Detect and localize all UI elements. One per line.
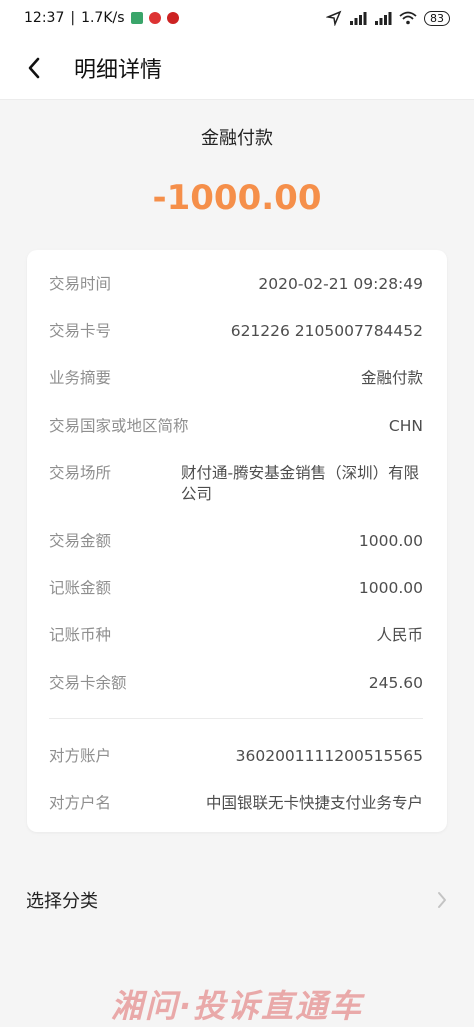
detail-row-currency: 记账币种 人民币 (49, 625, 423, 646)
detail-row-counterparty-account: 对方账户 3602001111200515565 (49, 746, 423, 767)
detail-value: 金融付款 (360, 369, 423, 387)
details-card: 交易时间 2020-02-21 09:28:49 交易卡号 621226 210… (27, 250, 447, 832)
detail-value: 1000.00 (358, 532, 423, 550)
chevron-left-icon (28, 57, 40, 78)
status-bar: 12:37 | 1.7K/s 83 (0, 0, 474, 36)
detail-label: 交易金额 (49, 532, 112, 550)
battery-indicator: 83 (424, 10, 450, 26)
detail-label: 交易国家或地区简称 (49, 417, 189, 435)
transaction-category: 金融付款 (201, 128, 273, 149)
detail-value: 1000.00 (358, 579, 423, 597)
select-category-button[interactable]: 选择分类 (0, 868, 474, 932)
location-icon (326, 10, 342, 26)
transaction-amount: -1000.00 (152, 178, 322, 218)
detail-label: 交易卡号 (49, 322, 112, 340)
detail-value: 2020-02-21 09:28:49 (258, 275, 423, 293)
back-button[interactable] (14, 48, 54, 88)
signal-icon (350, 12, 367, 25)
card-divider (49, 718, 423, 719)
detail-value: 245.60 (368, 674, 423, 692)
detail-label: 对方账户 (49, 747, 112, 765)
detail-label: 记账金额 (49, 579, 112, 597)
detail-row-transaction-amount: 交易金额 1000.00 (49, 531, 423, 552)
app-notification-icon (130, 12, 143, 24)
status-network-speed: 1.7K/s (81, 10, 125, 26)
detail-value: 621226 2105007784452 (230, 322, 423, 340)
detail-row-country: 交易国家或地区简称 CHN (49, 416, 423, 437)
detail-label: 对方户名 (49, 794, 112, 812)
chevron-right-icon (438, 892, 446, 908)
detail-value: 中国银联无卡快捷支付业务专户 (205, 794, 423, 812)
status-time: 12:37 (24, 10, 65, 26)
status-left: 12:37 | 1.7K/s (24, 10, 179, 26)
detail-value: CHN (388, 417, 423, 435)
detail-row-card-number: 交易卡号 621226 2105007784452 (49, 321, 423, 342)
detail-row-merchant: 交易场所 财付通-腾安基金销售（深圳）有限公司 (49, 463, 423, 505)
signal-icon-2 (375, 12, 392, 25)
status-right: 83 (326, 10, 450, 26)
detail-label: 交易时间 (49, 275, 112, 293)
page-title: 明细详情 (74, 57, 163, 83)
status-separator: | (70, 10, 76, 26)
message-notification-icon (166, 12, 179, 24)
detail-label: 记账币种 (49, 626, 112, 644)
detail-value: 财付通-腾安基金销售（深圳）有限公司 (181, 464, 420, 503)
detail-label: 交易卡余额 (49, 674, 127, 692)
detail-label: 交易场所 (49, 464, 112, 482)
wifi-icon (399, 11, 417, 25)
detail-row-summary: 业务摘要 金融付款 (49, 368, 423, 389)
detail-value: 人民币 (376, 626, 423, 644)
select-category-label: 选择分类 (26, 891, 98, 912)
detail-row-posted-amount: 记账金额 1000.00 (49, 578, 423, 599)
watermark-logo: 湘问·投诉直通车 (110, 987, 364, 1025)
detail-value: 3602001111200515565 (235, 747, 423, 765)
detail-label: 业务摘要 (49, 369, 112, 387)
detail-row-time: 交易时间 2020-02-21 09:28:49 (49, 274, 423, 295)
bank-notification-icon (148, 12, 161, 24)
detail-row-counterparty-name: 对方户名 中国银联无卡快捷支付业务专户 (49, 793, 423, 814)
nav-bar: 明细详情 (0, 36, 474, 100)
detail-row-balance: 交易卡余额 245.60 (49, 673, 423, 694)
